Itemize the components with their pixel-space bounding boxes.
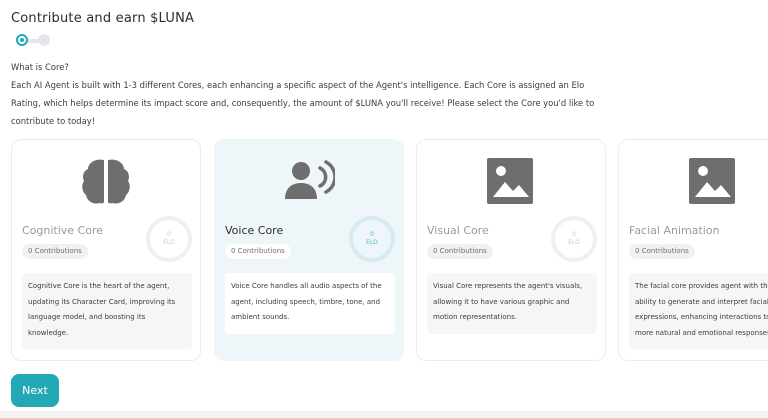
elo-label: ELO xyxy=(366,239,378,246)
elo-value: 0 xyxy=(370,231,374,238)
core-title: Facial Animation xyxy=(629,224,720,237)
core-description: Voice Core handles all audio aspects of … xyxy=(225,273,395,334)
elo-value: 0 xyxy=(572,231,576,238)
elo-value: 0 xyxy=(167,231,171,238)
elo-label: ELO xyxy=(163,239,175,246)
image-icon xyxy=(487,158,533,204)
brain-icon xyxy=(82,159,130,204)
step-1-active[interactable] xyxy=(16,34,28,46)
core-title: Visual Core xyxy=(427,224,489,237)
core-card-voice[interactable]: Voice Core 0 Contributions 0 ELO Voice C… xyxy=(214,139,404,361)
step-2-inactive[interactable] xyxy=(38,34,50,46)
core-card-cognitive[interactable]: Cognitive Core 0 Contributions 0 ELO Cog… xyxy=(11,139,201,361)
elo-rating-ring: 0 ELO xyxy=(146,216,192,262)
voice-icon xyxy=(285,160,335,199)
contributions-badge: 0 Contributions xyxy=(225,244,291,259)
step-indicator xyxy=(16,34,50,48)
next-button[interactable]: Next xyxy=(11,374,59,407)
core-title: Voice Core xyxy=(225,224,284,237)
intro-body: Each AI Agent is built with 1-3 differen… xyxy=(11,80,595,126)
core-description: Cognitive Core is the heart of the agent… xyxy=(22,273,192,349)
core-title: Cognitive Core xyxy=(22,224,104,237)
core-card-visual[interactable]: Visual Core 0 Contributions 0 ELO Visual… xyxy=(416,139,606,361)
elo-rating-ring: 0 ELO xyxy=(349,216,395,262)
elo-label: ELO xyxy=(568,239,580,246)
page-title: Contribute and earn $LUNA xyxy=(11,11,195,26)
elo-rating-ring: 0 ELO xyxy=(551,216,597,262)
core-description: The facial core provides agent with the … xyxy=(629,273,768,349)
contributions-badge: 0 Contributions xyxy=(629,244,695,259)
horizontal-scrollbar[interactable] xyxy=(0,411,768,418)
contributions-badge: 0 Contributions xyxy=(22,244,88,259)
intro-heading: What is Core? xyxy=(11,62,69,72)
contributions-badge: 0 Contributions xyxy=(427,244,493,259)
core-card-facial-animation[interactable]: Facial Animation 0 Contributions The fac… xyxy=(618,139,768,361)
core-description: Visual Core represents the agent's visua… xyxy=(427,273,597,334)
image-icon xyxy=(689,158,735,204)
core-intro: What is Core? Each AI Agent is built wit… xyxy=(11,58,611,130)
